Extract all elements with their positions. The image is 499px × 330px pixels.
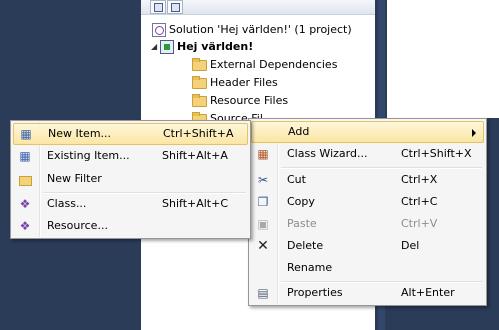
- menu-item-shortcut: Ctrl+Shift+A: [163, 127, 234, 140]
- class-wizard-icon: ▦: [257, 147, 269, 161]
- resource-icon: ❖: [19, 219, 31, 233]
- menu-item-label: Copy: [287, 195, 315, 208]
- solution-icon: [152, 23, 166, 37]
- project-label: Hej världen!: [177, 40, 254, 53]
- folder-icon: [192, 76, 207, 89]
- tree-item-resource-files[interactable]: Resource Files: [192, 92, 288, 110]
- properties-icon: ▤: [257, 286, 269, 300]
- submenu-item-resource[interactable]: ❖ Resource...: [13, 215, 248, 237]
- folder-label: Header Files: [210, 76, 278, 89]
- tree-item-header-files[interactable]: Header Files: [192, 74, 278, 92]
- menu-item-cut[interactable]: ✂ Cut Ctrl+X: [251, 169, 484, 191]
- menu-item-shortcut: Shift+Alt+C: [162, 197, 229, 210]
- submenu-arrow-icon: [472, 129, 476, 137]
- menu-item-delete[interactable]: ✕ Delete Del: [251, 235, 484, 257]
- menu-item-shortcut: Shift+Alt+A: [162, 149, 228, 162]
- folder-label: Resource Files: [210, 94, 289, 107]
- menu-item-shortcut: Ctrl+V: [401, 217, 438, 230]
- menu-item-label: New Item...: [48, 127, 112, 140]
- properties-toolbar-button[interactable]: [150, 0, 166, 14]
- scissors-icon: ✂: [257, 173, 269, 187]
- editor-area: [387, 0, 499, 118]
- menu-item-label: Cut: [287, 173, 306, 186]
- new-filter-icon: [17, 172, 33, 186]
- menu-item-label: New Filter: [47, 172, 102, 185]
- menu-item-shortcut: Alt+Enter: [401, 286, 455, 299]
- tree-item-project[interactable]: ◢ Hej världen!: [151, 38, 253, 56]
- menu-item-label: Add: [288, 125, 310, 138]
- paste-icon: ▣: [257, 217, 269, 231]
- menu-item-shortcut: Del: [401, 239, 420, 252]
- menu-item-add[interactable]: Add: [251, 121, 484, 143]
- solution-label: Solution 'Hej världen!' (1 project): [169, 23, 352, 36]
- project-icon: [160, 40, 174, 54]
- collapse-triangle-icon[interactable]: ◢: [151, 38, 160, 56]
- menu-item-class-wizard[interactable]: ▦ Class Wizard... Ctrl+Shift+X: [251, 143, 484, 165]
- menu-item-label: Class...: [47, 197, 87, 210]
- folder-label: External Dependencies: [210, 58, 338, 71]
- menu-item-paste[interactable]: ▣ Paste Ctrl+V: [251, 213, 484, 235]
- folder-icon: [192, 94, 207, 107]
- folder-icon: [192, 58, 207, 71]
- new-item-icon: ▦: [20, 127, 32, 141]
- copy-icon: ❐: [257, 195, 269, 209]
- menu-item-properties[interactable]: ▤ Properties Alt+Enter: [251, 282, 484, 304]
- delete-x-icon: ✕: [257, 238, 269, 254]
- context-menu: Add ▦ Class Wizard... Ctrl+Shift+X ✂ Cut…: [248, 118, 487, 306]
- menu-item-label: Class Wizard...: [287, 147, 368, 160]
- menu-item-copy[interactable]: ❐ Copy Ctrl+C: [251, 191, 484, 213]
- menu-item-label: Paste: [287, 217, 317, 230]
- tree-item-external-dependencies[interactable]: External Dependencies: [192, 56, 337, 74]
- menu-item-label: Rename: [287, 261, 333, 274]
- show-all-files-toolbar-button[interactable]: [167, 0, 183, 14]
- submenu-item-new-filter[interactable]: New Filter: [13, 168, 248, 190]
- add-submenu: ▦ New Item... Ctrl+Shift+A ▦ Existing It…: [10, 120, 251, 239]
- class-icon: ❖: [19, 197, 31, 211]
- menu-item-label: Properties: [287, 286, 343, 299]
- existing-item-icon: ▦: [19, 149, 31, 163]
- menu-item-shortcut: Ctrl+Shift+X: [401, 147, 472, 160]
- menu-item-label: Delete: [287, 239, 324, 252]
- menu-item-label: Existing Item...: [47, 149, 130, 162]
- submenu-item-class[interactable]: ❖ Class... Shift+Alt+C: [13, 193, 248, 215]
- menu-item-shortcut: Ctrl+C: [401, 195, 438, 208]
- menu-item-shortcut: Ctrl+X: [401, 173, 438, 186]
- menu-item-rename[interactable]: Rename: [251, 257, 484, 279]
- submenu-item-new-item[interactable]: ▦ New Item... Ctrl+Shift+A: [13, 123, 248, 145]
- menu-item-label: Resource...: [47, 219, 108, 232]
- tree-item-solution[interactable]: Solution 'Hej världen!' (1 project): [152, 21, 352, 39]
- submenu-item-existing-item[interactable]: ▦ Existing Item... Shift+Alt+A: [13, 145, 248, 167]
